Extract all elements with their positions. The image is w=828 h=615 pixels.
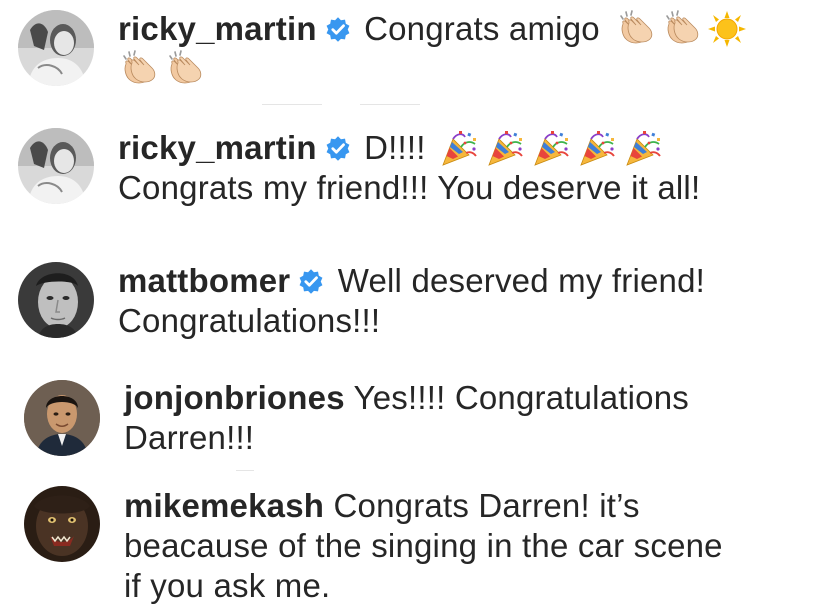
- avatar[interactable]: [18, 10, 94, 86]
- clapping-hands-icon: [615, 10, 655, 48]
- verified-badge-icon: [325, 135, 351, 161]
- divider: [262, 104, 322, 105]
- username-link[interactable]: mikemekash: [124, 487, 324, 524]
- comment-body-line2: beacause of the singing in the car scene: [124, 527, 723, 564]
- comment-body-line2: Congratulations!!!: [118, 302, 381, 339]
- sun-icon: [707, 10, 747, 48]
- divider: [236, 470, 254, 471]
- comment-item: ricky_martin Congrats amigo: [0, 0, 828, 100]
- comment-body: Congrats amigo: [364, 10, 600, 47]
- comment-body-line2: Congrats my friend!!! You deserve it all…: [118, 169, 701, 206]
- comment-text: ricky_martin D!!!! Congrats my friend!!!…: [118, 128, 818, 208]
- divider: [360, 104, 420, 105]
- party-popper-icon: [577, 129, 617, 167]
- comment-body: D!!!!: [364, 129, 426, 166]
- party-popper-icon: [485, 129, 525, 167]
- party-popper-icon: [531, 129, 571, 167]
- comment-body: Yes!!!! Congratulations: [353, 379, 689, 416]
- username-link[interactable]: jonjonbriones: [124, 379, 345, 416]
- comment-body: Well deserved my friend!: [337, 262, 706, 299]
- party-popper-icon: [623, 129, 663, 167]
- comment-item: mikemekash Congrats Darren! it’s beacaus…: [0, 480, 828, 615]
- comment-body-line2: Darren!!!: [124, 419, 255, 456]
- comment-text: ricky_martin Congrats amigo: [118, 9, 818, 89]
- clapping-hands-icon: [661, 10, 701, 48]
- clapping-hands-icon: [118, 50, 158, 88]
- comment-text: jonjonbriones Yes!!!! Congratulations Da…: [124, 378, 824, 458]
- party-popper-icon: [439, 129, 479, 167]
- username-link[interactable]: ricky_martin: [118, 10, 317, 47]
- comment-item: jonjonbriones Yes!!!! Congratulations Da…: [0, 372, 828, 472]
- avatar[interactable]: [24, 380, 100, 456]
- username-link[interactable]: ricky_martin: [118, 129, 317, 166]
- verified-badge-icon: [325, 16, 351, 42]
- comment-text: mattbomer Well deserved my friend! Congr…: [118, 261, 818, 341]
- avatar[interactable]: [18, 128, 94, 204]
- avatar[interactable]: [24, 486, 100, 562]
- comment-item: ricky_martin D!!!! Congrats my friend!!!…: [0, 118, 828, 228]
- username-link[interactable]: mattbomer: [118, 262, 290, 299]
- avatar[interactable]: [18, 262, 94, 338]
- comment-item: mattbomer Well deserved my friend! Congr…: [0, 250, 828, 360]
- comment-body: Congrats Darren! it’s: [333, 487, 640, 524]
- clapping-hands-icon: [164, 50, 204, 88]
- comment-body-line3: if you ask me.: [124, 567, 331, 604]
- verified-badge-icon: [298, 268, 324, 294]
- comment-text: mikemekash Congrats Darren! it’s beacaus…: [124, 486, 824, 606]
